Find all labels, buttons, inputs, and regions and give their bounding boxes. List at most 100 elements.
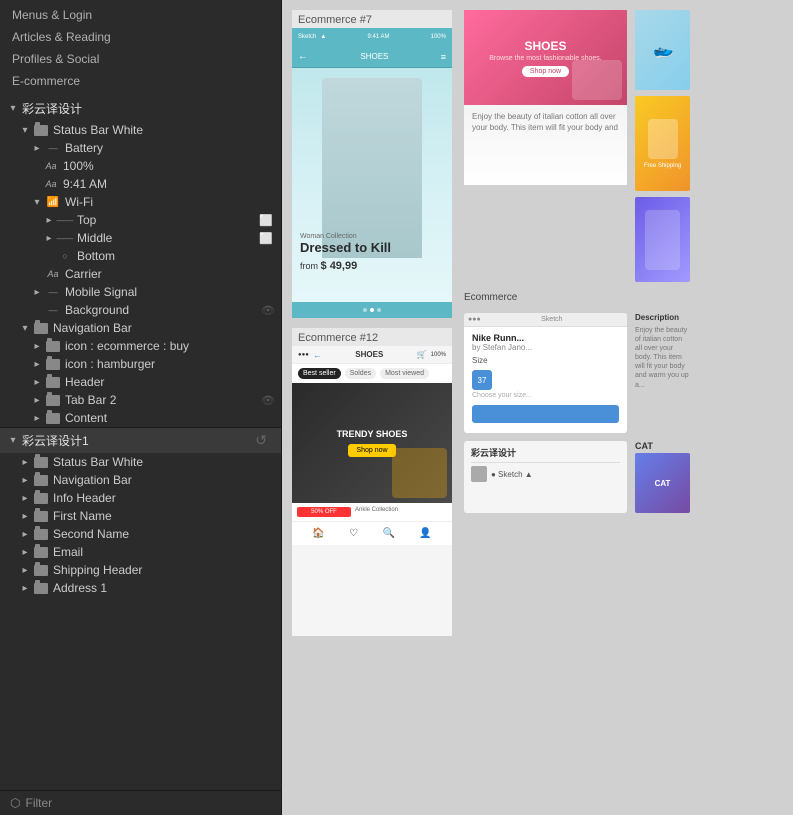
- sketch-text: ● Sketch ▲: [491, 470, 533, 479]
- sidebar-item-menus-login[interactable]: Menus & Login: [0, 4, 281, 26]
- ec12-nav-search[interactable]: 🔍: [382, 528, 394, 539]
- ec12-nav-user[interactable]: 👤: [419, 528, 431, 539]
- sidebar-item-articles-reading[interactable]: Articles & Reading: [0, 26, 281, 48]
- 941am-row[interactable]: Aa 9:41 AM: [0, 175, 281, 193]
- section1-triangle: [8, 104, 18, 114]
- status-bar-white-row[interactable]: Status Bar White: [0, 121, 281, 139]
- status-bar-white-2-row[interactable]: Status Bar White: [0, 453, 281, 471]
- status-bar-white-triangle: [20, 125, 30, 135]
- nav-bar-2-triangle: [20, 475, 30, 485]
- second-name-icon: [34, 529, 48, 540]
- ecommerce7-frame: Sketch ▲ 9:41 AM 100% ← SHOES ≡: [292, 28, 452, 318]
- ec12-best-seller-tab[interactable]: Best seller: [298, 368, 341, 379]
- mobile-signal-label: Mobile Signal: [65, 285, 281, 299]
- description-column: Description Enjoy the beauty of italian …: [635, 313, 690, 433]
- ecommerce-text-label: Ecommerce: [464, 292, 517, 303]
- nike-product-title: Nike Runn...: [472, 333, 619, 343]
- wifi-bottom-icon: [58, 250, 72, 262]
- background-row[interactable]: Background 👁: [0, 301, 281, 319]
- ec12-nav-heart[interactable]: ♡: [349, 528, 358, 539]
- background-label: Background: [65, 303, 261, 317]
- ec7-status-bar: Sketch ▲ 9:41 AM 100%: [292, 28, 452, 46]
- nav-bar-2-row[interactable]: Navigation Bar: [0, 471, 281, 489]
- cat-text: CAT: [635, 441, 690, 451]
- nav-bar-2-icon: [34, 475, 48, 486]
- battery-label: Battery: [65, 141, 281, 155]
- shipping-header-label: Shipping Header: [53, 563, 281, 577]
- cat-preview-box: CAT: [635, 453, 690, 513]
- nav-bar-2-label: Navigation Bar: [53, 473, 281, 487]
- ec12-soldes-tab[interactable]: Soldes: [345, 368, 376, 379]
- status-bar-white-2-triangle: [20, 457, 30, 467]
- carrier-label: Carrier: [65, 267, 281, 281]
- section1-title-row[interactable]: 彩云译设计: [0, 96, 281, 121]
- sidebar-item-profiles-social[interactable]: Profiles & Social: [0, 48, 281, 70]
- ecommerce12-card: Ecommerce #12 ●●● ← SHOES 🛒 100% Best se…: [292, 328, 452, 636]
- background-icon: [46, 304, 60, 316]
- second-name-row[interactable]: Second Name: [0, 525, 281, 543]
- sidebar-item-ecommerce[interactable]: E-commerce: [0, 70, 281, 92]
- ec7-nav: ← SHOES ≡: [292, 46, 452, 68]
- icon-ecommerce-buy-row[interactable]: icon : ecommerce : buy: [0, 337, 281, 355]
- ec12-most-viewed-tab[interactable]: Most viewed: [380, 368, 429, 379]
- wifi-top-row[interactable]: — Top ⬜: [0, 211, 281, 229]
- email-row[interactable]: Email: [0, 543, 281, 561]
- content-triangle: [32, 413, 42, 423]
- filter-bar[interactable]: ⬡ Filter: [0, 790, 281, 815]
- header-icon: [46, 377, 60, 388]
- sidebar-top-items: Menus & Login Articles & Reading Profile…: [0, 0, 281, 96]
- main-canvas: Ecommerce #7 Sketch ▲ 9:41 AM 100% ← SHO…: [282, 0, 793, 815]
- address-1-icon: [34, 583, 48, 594]
- mobile-signal-triangle: [32, 287, 42, 297]
- info-header-row[interactable]: Info Header: [0, 489, 281, 507]
- nike-product-by: by Stefan Jano...: [472, 343, 619, 352]
- wifi-row[interactable]: 📶 Wi-Fi: [0, 193, 281, 211]
- mobile-signal-row[interactable]: Mobile Signal: [0, 283, 281, 301]
- ec12-bottom-panels: 50% OFF Ankle Collection: [292, 503, 452, 521]
- ec12-battery-label: 100%: [431, 352, 446, 358]
- nike-add-cart-btn[interactable]: [472, 405, 619, 423]
- battery-icon: [46, 142, 60, 154]
- ec7-from-label: from: [300, 261, 318, 271]
- cat-gradient: CAT: [635, 453, 690, 513]
- ec7-dot1: [363, 308, 367, 312]
- wifi-bottom-label: Bottom: [77, 249, 281, 263]
- nav-bar-row[interactable]: Navigation Bar: [0, 319, 281, 337]
- first-name-label: First Name: [53, 509, 281, 523]
- tab-bar-2-label: Tab Bar 2: [65, 393, 261, 407]
- icon-hamburger-row[interactable]: icon : hamburger: [0, 355, 281, 373]
- tab-bar-2-row[interactable]: Tab Bar 2 👁: [0, 391, 281, 409]
- 100pct-row[interactable]: Aa 100%: [0, 157, 281, 175]
- icon-hamburger-label: icon : hamburger: [65, 357, 281, 371]
- ec12-status-bar: ●●● ← SHOES 🛒 100%: [292, 346, 452, 364]
- wifi-middle-row[interactable]: — Middle ⬜: [0, 229, 281, 247]
- icon-hamburger-icon: [46, 359, 60, 370]
- shoes-text-area: Enjoy the beauty of italian cotton all o…: [464, 105, 627, 139]
- address-1-row[interactable]: Address 1: [0, 579, 281, 597]
- first-name-row[interactable]: First Name: [0, 507, 281, 525]
- shoes-shop-now-btn[interactable]: Shop now: [522, 66, 569, 77]
- ec12-cart-icon: 🛒: [417, 350, 427, 359]
- content-row[interactable]: Content: [0, 409, 281, 427]
- wifi-top-icon: —: [58, 214, 72, 226]
- battery-triangle: [32, 143, 42, 153]
- ec7-content: Woman Collection Dressed to Kill from $ …: [292, 68, 452, 302]
- text-icon-100pct: Aa: [44, 160, 58, 172]
- ec7-price-value: $ 49,99: [321, 260, 358, 272]
- wifi-icon: 📶: [46, 196, 60, 208]
- shoes-hero-image: [572, 60, 622, 100]
- section2-title-row[interactable]: 彩云译设计1 ↺: [0, 427, 281, 453]
- battery-row[interactable]: Battery: [0, 139, 281, 157]
- header-triangle: [32, 377, 42, 387]
- ec12-nav-home[interactable]: 🏠: [312, 528, 324, 539]
- wifi-bottom-row[interactable]: Bottom: [0, 247, 281, 265]
- shoes-hero-title: SHOES: [524, 39, 566, 53]
- ec12-shop-btn[interactable]: Shop now: [348, 444, 395, 457]
- shipping-header-row[interactable]: Shipping Header: [0, 561, 281, 579]
- icon-hamburger-triangle: [32, 359, 42, 369]
- ecomm-mid-image: [648, 119, 678, 159]
- header-row[interactable]: Header: [0, 373, 281, 391]
- carrier-row[interactable]: Aa Carrier: [0, 265, 281, 283]
- wifi-top-triangle: [44, 215, 54, 225]
- second-name-label: Second Name: [53, 527, 281, 541]
